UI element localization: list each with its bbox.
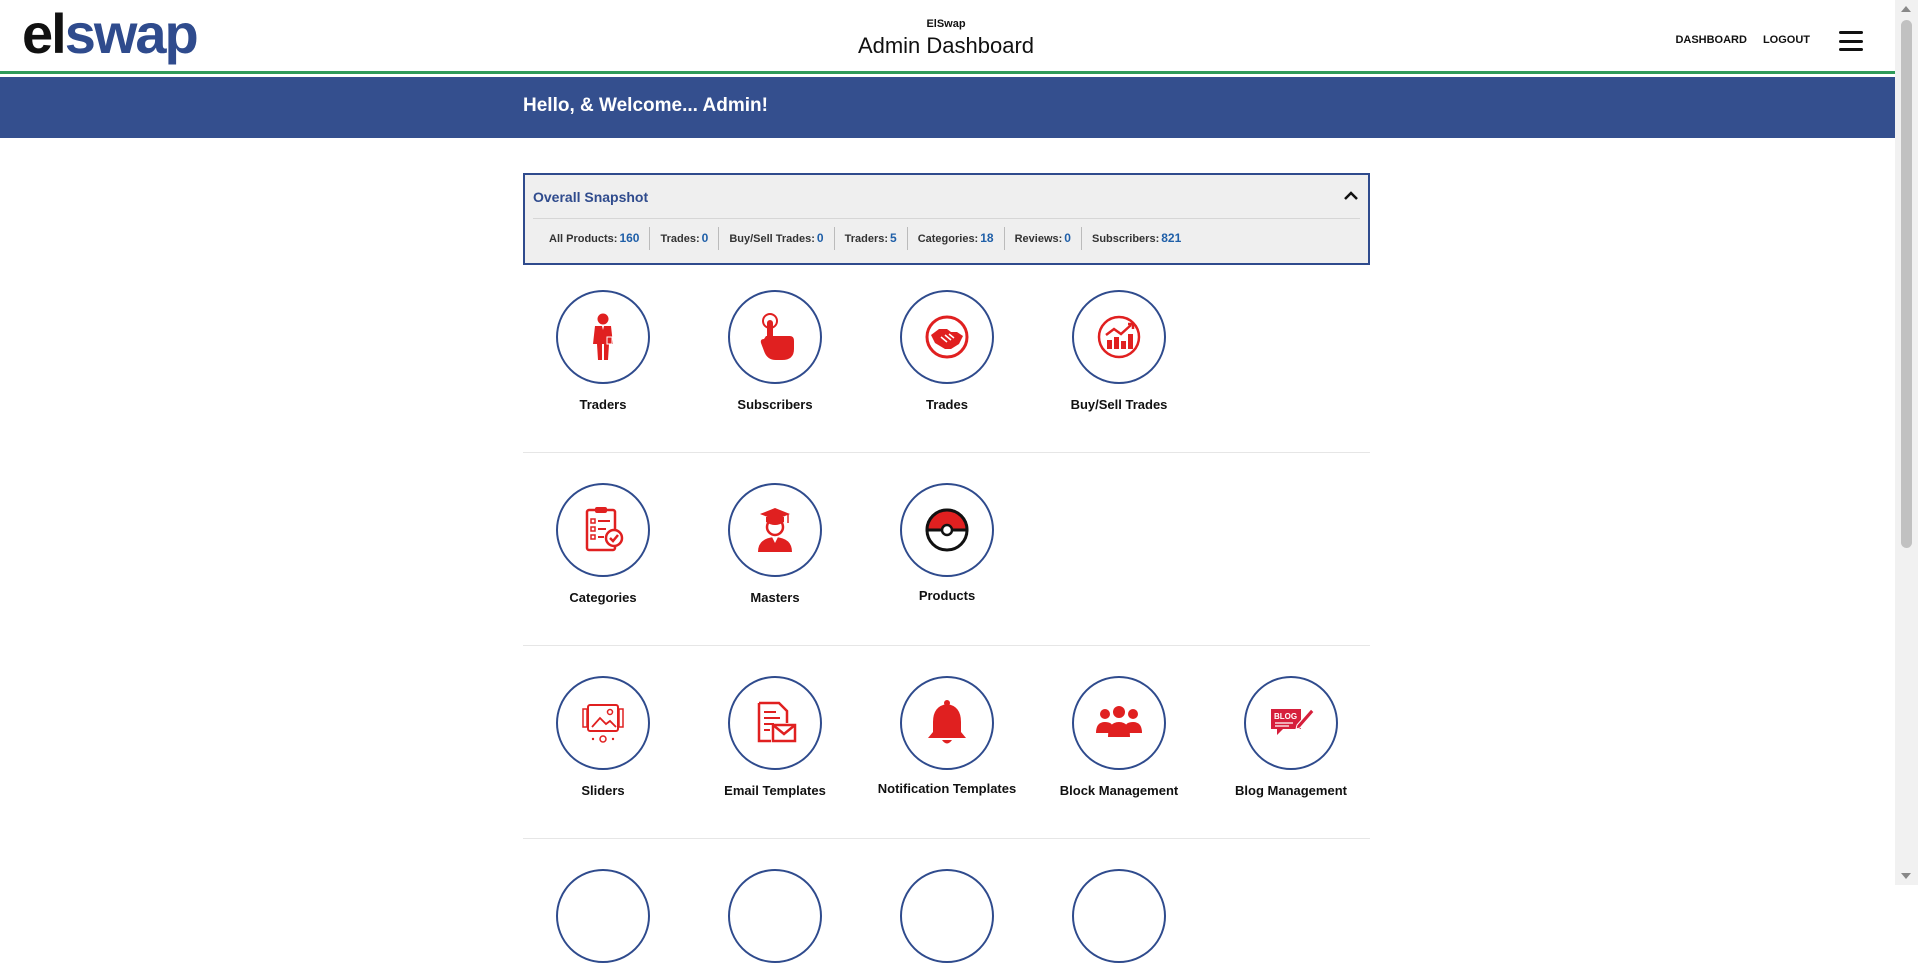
stat-buy-sell-trades: Buy/Sell Trades: 0 (719, 227, 835, 250)
stat-trades: Trades: 0 (650, 227, 720, 250)
tile-circle (556, 869, 650, 963)
snapshot-title: Overall Snapshot (533, 189, 649, 205)
dashboard-link[interactable]: DASHBOARD (1675, 34, 1747, 46)
tile-circle (556, 483, 650, 577)
tile-categories[interactable]: Categories (517, 483, 689, 605)
slider-icon (582, 704, 624, 743)
checklist-icon (585, 507, 624, 552)
section-divider (523, 645, 1370, 646)
app-name: ElSwap (926, 18, 966, 30)
overall-snapshot-panel: Overall Snapshot All Products: 160 Trades… (523, 173, 1370, 265)
section-divider (523, 838, 1370, 839)
tile-circle (556, 290, 650, 384)
tile-partial[interactable] (1033, 869, 1205, 963)
scroll-thumb[interactable] (1901, 20, 1912, 548)
group-icon (1096, 706, 1142, 737)
tile-partial[interactable] (689, 869, 861, 963)
tile-label: Blog Management (1235, 783, 1347, 798)
tile-label: Trades (926, 397, 968, 412)
stat-all-products: All Products: 160 (541, 227, 651, 250)
tile-partial[interactable] (861, 869, 1033, 963)
welcome-text: Hello, & Welcome... Admin! (523, 95, 768, 116)
tile-circle (900, 676, 994, 770)
tile-circle: BLOG (1244, 676, 1338, 770)
page-scrollbar[interactable] (1895, 0, 1918, 885)
growth-chart-icon (1097, 315, 1141, 359)
tile-block-management[interactable]: Block Management (1033, 676, 1205, 798)
tile-circle (1072, 290, 1166, 384)
scroll-up-arrow-icon[interactable] (1901, 6, 1911, 12)
section-divider (523, 452, 1370, 453)
tile-circle (728, 869, 822, 963)
graduate-icon (758, 508, 792, 552)
stat-reviews: Reviews: 0 (1005, 227, 1082, 250)
handshake-icon (925, 315, 969, 359)
tile-label: Masters (750, 590, 800, 605)
tile-buy-sell-trades[interactable]: Buy/Sell Trades (1033, 290, 1205, 412)
collapse-chevron-up-icon[interactable] (1342, 187, 1360, 205)
tile-blog-management[interactable]: BLOG Blog Management (1205, 676, 1377, 798)
tile-trades[interactable]: Trades (861, 290, 1033, 412)
tile-products[interactable]: Products (861, 483, 1033, 603)
header-title-block: ElSwap Admin Dashboard (0, 18, 1892, 59)
tile-label: Sliders (581, 783, 625, 798)
tile-label: Subscribers (737, 397, 813, 412)
tile-circle (900, 290, 994, 384)
tile-circle (728, 290, 822, 384)
tile-partial[interactable] (517, 869, 689, 963)
logout-link[interactable]: LOGOUT (1763, 34, 1810, 46)
tile-label: Traders (579, 397, 627, 412)
snapshot-stats: All Products: 160 Trades: 0 Buy/Sell Trade… (541, 227, 1191, 250)
stat-traders: Traders: 5 (835, 227, 908, 250)
tile-email-templates[interactable]: Email Templates (689, 676, 861, 798)
blog-icon: BLOG (1271, 708, 1315, 735)
tile-sliders[interactable]: Sliders (517, 676, 689, 798)
tile-circle (728, 676, 822, 770)
tile-masters[interactable]: Masters (689, 483, 861, 605)
hamburger-menu-icon[interactable] (1839, 31, 1863, 51)
email-document-icon (757, 701, 797, 743)
welcome-banner: Hello, & Welcome... Admin! (0, 77, 1895, 138)
page-title: Admin Dashboard (857, 33, 1035, 58)
tile-label: Email Templates (724, 783, 826, 798)
top-header: elswap ElSwap Admin Dashboard DASHBOARD … (0, 0, 1895, 74)
tile-circle (728, 483, 822, 577)
tile-circle (1072, 676, 1166, 770)
pokeball-icon (925, 508, 969, 552)
tile-circle (900, 869, 994, 963)
scroll-down-arrow-icon[interactable] (1901, 873, 1911, 879)
tile-traders[interactable]: Traders (517, 290, 689, 412)
stat-categories: Categories: 18 (908, 227, 1005, 250)
svg-text:BLOG: BLOG (1274, 712, 1297, 721)
snapshot-divider (533, 218, 1360, 219)
tile-circle (1072, 869, 1166, 963)
tile-circle (900, 483, 994, 577)
tile-label: Products (918, 588, 976, 603)
tile-label: Notification Templates (877, 781, 1017, 796)
tile-notification-templates[interactable]: Notification Templates (861, 676, 1033, 796)
tile-circle (556, 676, 650, 770)
header-nav: DASHBOARD LOGOUT (1675, 34, 1810, 46)
bell-icon (928, 700, 966, 744)
tile-label: Categories (569, 590, 637, 605)
tap-finger-icon (760, 313, 794, 360)
tile-label: Block Management (1059, 783, 1179, 798)
tile-subscribers[interactable]: Subscribers (689, 290, 861, 412)
stat-subscribers: Subscribers: 821 (1091, 231, 1182, 245)
trader-icon (593, 313, 613, 360)
tile-label: Buy/Sell Trades (1070, 397, 1168, 412)
